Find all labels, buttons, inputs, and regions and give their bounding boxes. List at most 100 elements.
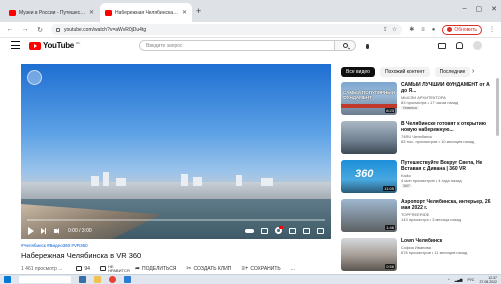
recommendation-title[interactable]: В Челябинске готовят к открытию новую на… (401, 121, 491, 133)
scrollbar-thumb[interactable] (496, 78, 499, 136)
language-indicator[interactable]: РУС (467, 278, 474, 282)
recommendation-item[interactable]: САМЫЙ ПОПУЛЯРНЫЙ ФУНДАМЕНТ 8:23 САМЫЙ ЛУ… (341, 82, 493, 121)
recommendation-item[interactable]: 1:46 Аэропорт Челябинска, интерьер, 26 м… (341, 199, 493, 238)
chip-recent[interactable]: Последние (434, 67, 471, 77)
forward-icon[interactable]: → (21, 26, 29, 33)
settings-gear-icon[interactable] (275, 226, 283, 234)
extensions-icon[interactable]: ✱ (409, 26, 414, 33)
recommendation-title[interactable]: Lown Челябинск (401, 238, 491, 244)
minimize-icon[interactable]: – (463, 5, 467, 13)
create-clip-button[interactable]: ✂ СОЗДАТЬ КЛИП (186, 265, 231, 273)
vr360-badge: 360° (401, 184, 413, 188)
browser-tab-1[interactable]: Музеи в России - Путешестви ✕ (4, 3, 99, 22)
video-player[interactable]: 0:00 / 3:00 (21, 64, 331, 239)
taskbar-search-box[interactable] (19, 276, 71, 283)
recommendation-item[interactable]: 0:56 Lown Челябинск София Иванова 676 пр… (341, 238, 493, 277)
recommendation-title[interactable]: САМЫЙ ЛУЧШИЙ ФУНДАМЕНТ от А до Я... (401, 82, 491, 94)
create-video-icon[interactable] (438, 42, 446, 49)
dislike-button[interactable]: НЕ НРАВИТСЯ (99, 263, 130, 273)
youtube-favicon-icon (105, 9, 112, 16)
tab-title: Музеи в России - Путешестви (19, 9, 86, 16)
notifications-bell-icon[interactable] (456, 42, 463, 49)
playlist-add-icon: ≡+ (241, 265, 249, 272)
tray-chevron-icon[interactable]: ^ (448, 278, 450, 282)
video-hashtags[interactable]: #Челябинск #Видео360 #VR360 (21, 243, 88, 248)
new-tab-button[interactable]: + (196, 6, 201, 16)
recommendation-filter-chips: Все видео Похожий контент Последние (341, 67, 471, 77)
profile-icon[interactable]: ● (432, 27, 436, 33)
dislike-label: НЕ НРАВИТСЯ (107, 263, 130, 273)
voice-search-icon[interactable] (363, 42, 371, 50)
video-title: Набережная Челябинска в VR 360 (21, 251, 142, 260)
youtube-logo[interactable]: YouTube RU (29, 41, 80, 50)
close-tab-icon[interactable]: ✕ (89, 9, 94, 16)
network-icon[interactable]: ▂▄▆ (455, 278, 463, 282)
recommendation-item[interactable]: 360 11:05 Путешествуйте Вокруг Света, Не… (341, 160, 493, 199)
thumbnail-caption: САМЫЙ ПОПУЛЯРНЫЙ ФУНДАМЕНТ (343, 90, 395, 100)
chrome-icon[interactable] (109, 276, 116, 283)
account-avatar[interactable] (473, 41, 482, 50)
logo-wordmark: YouTube (43, 41, 74, 50)
more-actions-button[interactable]: ... (291, 266, 295, 272)
hamburger-menu-icon[interactable] (11, 41, 20, 49)
youtube-favicon-icon (9, 9, 16, 16)
task-view-icon[interactable] (79, 276, 86, 283)
address-bar[interactable]: youtube.com/watch?v=aWvR0jDu4tg ⇪ ☆ (51, 24, 403, 35)
taskbar-clock[interactable]: 12:37 27.08.2022 (479, 276, 497, 284)
autoplay-toggle[interactable] (245, 228, 254, 233)
system-tray: ^ ▂▄▆ РУС 12:37 27.08.2022 (448, 276, 497, 284)
maximize-icon[interactable]: ▢ (476, 5, 483, 13)
play-icon[interactable] (28, 226, 34, 235)
like-button[interactable]: 94 (76, 266, 90, 272)
like-count: 94 (84, 265, 90, 272)
view-count[interactable]: 1 461 просмотр ... (21, 266, 62, 272)
search-input[interactable]: Введите запрос (139, 40, 335, 51)
subtitles-icon[interactable] (261, 227, 268, 234)
video-thumbnail[interactable]: 1:46 (341, 199, 397, 232)
volume-icon[interactable] (54, 227, 61, 234)
bookmark-star-icon[interactable]: ☆ (392, 26, 397, 33)
save-button[interactable]: ≡+ СОХРАНИТЬ (241, 266, 280, 272)
file-explorer-icon[interactable] (94, 276, 101, 283)
thumbs-up-icon (76, 266, 83, 271)
update-browser-button[interactable]: Обновить (442, 24, 482, 35)
video-thumbnail[interactable]: САМЫЙ ПОПУЛЯРНЫЙ ФУНДАМЕНТ 8:23 (341, 82, 397, 115)
recommendation-title[interactable]: Путешествуйте Вокруг Света, Не Вставая с… (401, 160, 491, 172)
theater-mode-icon[interactable] (303, 227, 310, 234)
word-icon[interactable] (124, 276, 131, 283)
vr360-control-icon[interactable] (27, 70, 42, 85)
browser-menu-icon[interactable]: ⋮ (489, 26, 495, 33)
recommendation-meta: 83 просмотра • 17 часов назад (401, 100, 459, 105)
player-controls: 0:00 / 3:00 (21, 222, 331, 239)
recommendation-title[interactable]: Аэропорт Челябинска, интерьер, 26 мая 20… (401, 199, 491, 211)
miniplayer-icon[interactable] (289, 227, 296, 234)
browser-tab-2[interactable]: Набережная Челябинска в VR ✕ (100, 3, 192, 22)
close-window-icon[interactable]: ✕ (491, 5, 497, 13)
chip-all-videos[interactable]: Все видео (341, 67, 375, 77)
next-video-icon[interactable] (41, 227, 47, 234)
windows-start-icon[interactable] (4, 276, 11, 283)
reading-list-icon[interactable]: ≡ (421, 27, 425, 33)
progress-bar[interactable] (27, 219, 325, 221)
recommendation-item[interactable]: В Челябинске готовят к открытию новую на… (341, 121, 493, 160)
search-icon (342, 43, 348, 48)
share-button[interactable]: ➦ ПОДЕЛИТЬСЯ (135, 265, 176, 273)
fullscreen-icon[interactable] (317, 227, 324, 234)
page-scrollbar[interactable] (496, 60, 499, 260)
video-thumbnail[interactable] (341, 121, 397, 154)
recommendations-list: САМЫЙ ПОПУЛЯРНЫЙ ФУНДАМЕНТ 8:23 САМЫЙ ЛУ… (341, 82, 493, 277)
chip-related[interactable]: Похожий контент (379, 67, 430, 77)
duration-badge: 8:23 (385, 108, 395, 113)
close-tab-icon[interactable]: ✕ (182, 9, 187, 16)
recommendation-meta: 4 млн просмотров • 4 года назад (401, 178, 462, 183)
reload-icon[interactable]: ↻ (36, 26, 44, 34)
back-icon[interactable]: ← (6, 26, 14, 33)
share-page-icon[interactable]: ⇪ (383, 26, 388, 33)
youtube-masthead: YouTube RU Введите запрос (0, 38, 501, 54)
video-thumbnail[interactable]: 0:56 (341, 238, 397, 271)
video-thumbnail[interactable]: 360 11:05 (341, 160, 397, 193)
search-button[interactable] (335, 40, 356, 51)
chevron-right-icon[interactable]: › (472, 68, 474, 75)
masthead-right-icons (438, 41, 482, 50)
recommendation-info: Путешествуйте Вокруг Света, Не Вставая с… (401, 160, 491, 189)
